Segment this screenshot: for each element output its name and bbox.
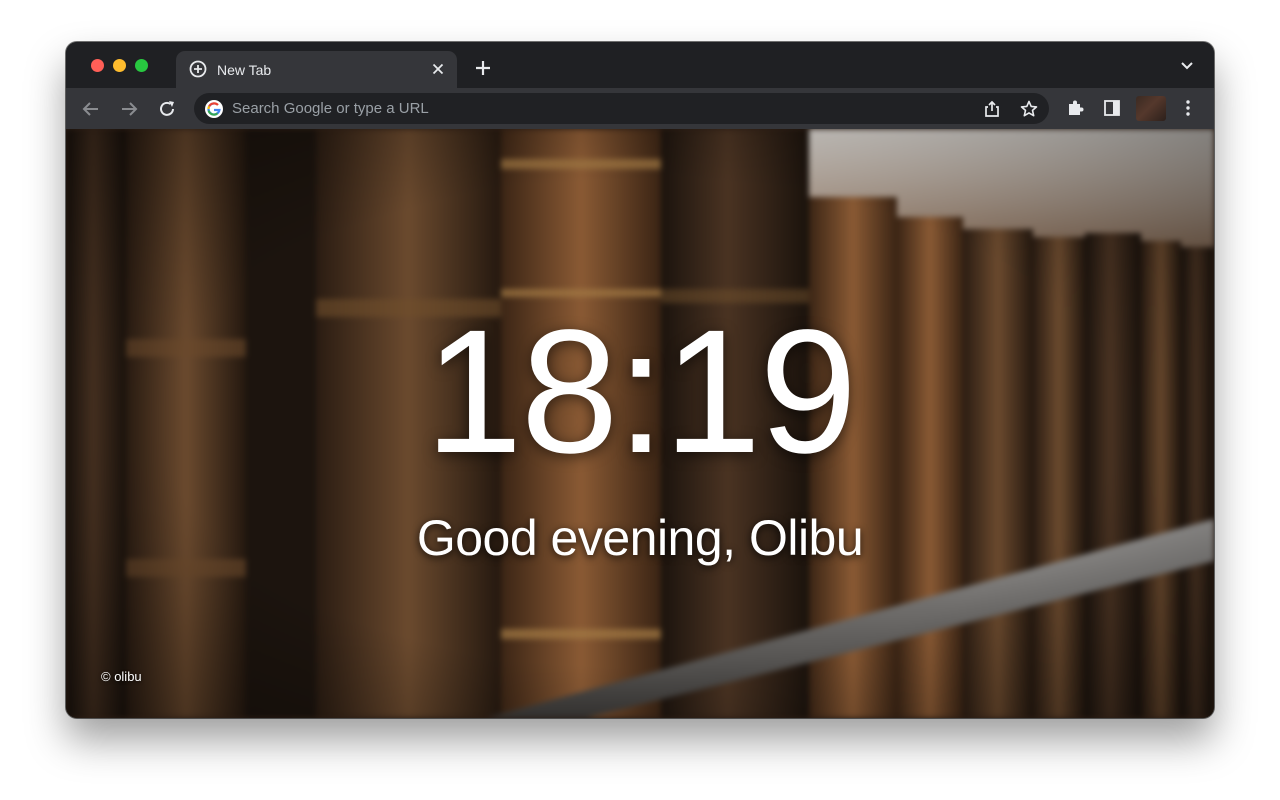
tab-close-button[interactable] [429, 60, 447, 78]
zoom-window-button[interactable] [135, 59, 148, 72]
close-icon [432, 63, 444, 75]
minimize-window-button[interactable] [113, 59, 126, 72]
puzzle-icon[interactable] [1065, 98, 1085, 118]
close-window-button[interactable] [91, 59, 104, 72]
clock: 18:19 [424, 294, 857, 490]
add-circle-icon [189, 60, 207, 78]
side-panel-icon[interactable] [1102, 98, 1122, 118]
new-tab-page: 18:19 Good evening, Olibu © olibu [66, 129, 1214, 718]
toolbar [66, 88, 1214, 129]
search-input[interactable] [232, 93, 932, 124]
tab-strip: New Tab [66, 42, 1214, 88]
omnibox[interactable] [194, 93, 1049, 124]
avatar[interactable] [1136, 96, 1166, 121]
kebab-menu-icon[interactable] [1178, 98, 1198, 118]
tab-title: New Tab [217, 62, 272, 78]
google-icon [205, 100, 223, 118]
tab-new-tab[interactable]: New Tab [176, 51, 457, 88]
arrow-right-icon[interactable] [118, 98, 140, 120]
greeting: Good evening, Olibu [416, 510, 864, 566]
star-icon[interactable] [1019, 99, 1039, 119]
plus-icon [476, 61, 490, 75]
reload-icon[interactable] [156, 98, 178, 120]
arrow-left-icon[interactable] [80, 98, 102, 120]
chevron-down-icon[interactable] [1180, 60, 1194, 72]
browser-window: New Tab Search Google or type a URL 18:1… [66, 42, 1214, 718]
photo-credit[interactable]: © olibu [101, 669, 142, 684]
new-tab-button[interactable] [472, 57, 494, 79]
share-icon[interactable] [982, 99, 1002, 119]
